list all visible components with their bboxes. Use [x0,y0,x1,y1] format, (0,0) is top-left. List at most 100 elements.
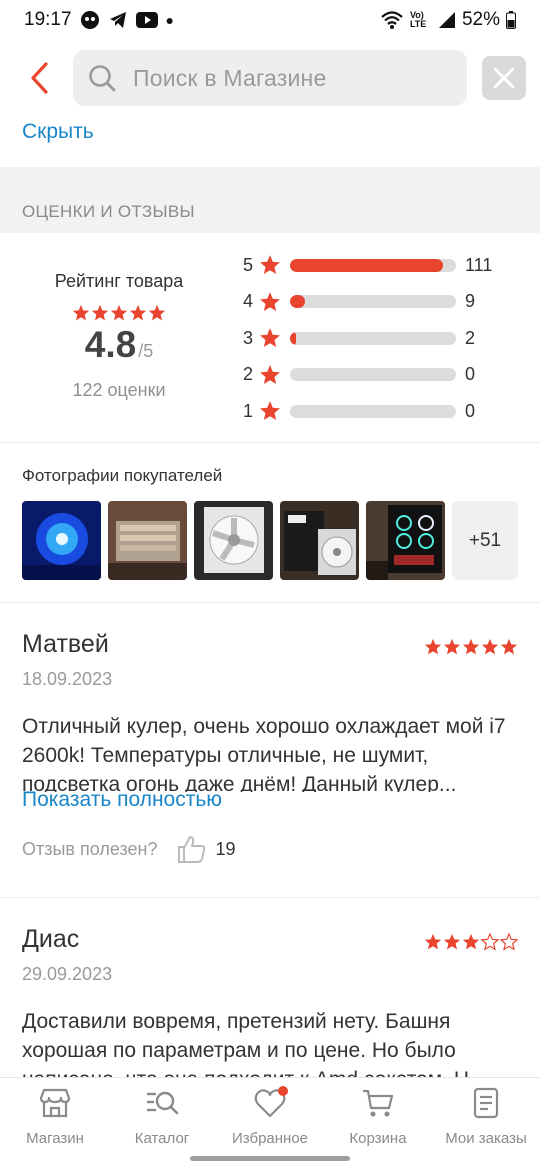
search-icon [89,65,116,92]
nav-catalog[interactable]: Каталог [107,1086,217,1147]
search-placeholder: Поиск в Магазине [133,64,327,91]
review-date: 29.09.2023 [22,964,113,984]
star-icon [129,304,147,321]
nav-favorites[interactable]: Избранное [215,1086,325,1147]
search-header: Поиск в Магазине [0,48,540,108]
rating-distribution-row: 10 [243,399,523,423]
telegram-icon [109,12,126,28]
nav-shop[interactable]: Магазин [0,1086,110,1147]
rating-distribution-row: 20 [243,363,523,387]
divider [0,897,540,898]
distribution-star-level: 1 [243,400,254,421]
star-icon [72,304,90,321]
status-bar: 19:17 ● Vo) LTE 52% [0,0,540,40]
distribution-count: 9 [465,291,476,311]
star-icon [260,255,280,275]
distribution-count: 2 [465,327,476,348]
customer-photo[interactable] [366,501,445,580]
star-filled-icon [462,933,480,950]
star-filled-icon [462,638,480,655]
nav-label: Корзина [349,1130,407,1147]
distribution-bar-fill [290,295,305,308]
customer-photo[interactable] [280,501,359,580]
thumbs-up-icon[interactable] [176,834,208,864]
section-header: ОЦЕНКИ И ОТЗЫВЫ [0,167,540,233]
rating-distribution-row: 49 [243,290,523,314]
star-icon [91,304,109,321]
clear-search-button[interactable] [482,56,526,100]
distribution-star-level: 5 [243,254,254,275]
rating-max: /5 [138,341,154,361]
customer-photo[interactable] [22,501,101,580]
review-stars [424,638,518,656]
nav-orders[interactable]: Мои заказы [431,1086,540,1147]
star-filled-icon [443,638,461,655]
orders-icon [473,1087,499,1119]
customer-photo[interactable] [108,501,187,580]
helpful-label: Отзыв полезен? [22,838,158,859]
signal-icon [438,12,455,28]
nav-label: Мои заказы [445,1130,527,1147]
app-notification-icon [80,11,99,29]
battery-percent: 52% [461,9,500,30]
notification-badge [278,1086,288,1096]
cart-icon [363,1089,394,1117]
close-icon [493,67,515,89]
star-icon [260,291,280,311]
divider [0,602,540,603]
distribution-star-level: 2 [243,364,254,384]
star-filled-icon [424,638,442,655]
more-photos-button[interactable]: +51 [452,501,518,580]
battery-icon [506,11,516,29]
rating-title: Рейтинг товара [54,271,184,291]
customer-photos-title: Фотографии покупателей [22,466,223,485]
distribution-bar [290,331,456,345]
home-indicator[interactable] [190,1156,350,1161]
star-filled-icon [481,638,499,655]
distribution-bar [290,295,456,308]
distribution-bar-fill [290,331,296,345]
rating-value: 4.8 [84,324,137,365]
star-icon [260,401,280,421]
review-stars [424,933,518,951]
search-input[interactable]: Поиск в Магазине [73,50,467,106]
nav-label: Каталог [134,1130,190,1147]
review-text: Отличный кулер, очень хорошо охлаждает м… [22,715,506,792]
rating-distribution-row: 32 [243,326,523,350]
star-icon [148,304,166,321]
notification-dot-icon: ● [165,12,175,28]
nav-cart[interactable]: Корзина [323,1086,433,1147]
rating-count: 122 оценки [72,380,166,400]
rating-summary: Рейтинг товара 4.8 /5 122 оценки 5 111 4 9 3… [0,233,540,443]
catalog-icon [147,1091,179,1115]
distribution-star-level: 3 [243,327,254,348]
customer-photo[interactable] [194,501,273,580]
back-button[interactable] [22,58,58,98]
youtube-icon [135,12,158,28]
star-icon [110,304,128,321]
star-empty-icon [481,933,499,951]
rating-overview: Рейтинг товара 4.8 /5 122 оценки [22,233,216,401]
section-title: ОЦЕНКИ И ОТЗЫВЫ [22,202,195,221]
network-type-label: Vo) LTE [409,10,427,29]
hide-link[interactable]: Скрыть [22,120,94,144]
distribution-bar [290,404,456,418]
star-empty-icon [500,933,518,951]
nav-label: Избранное [231,1130,309,1147]
distribution-count: 0 [465,400,476,421]
star-icon [260,364,280,384]
distribution-bar [290,258,456,272]
review-card: Матвей 18.09.2023 Отличный кулер, очень … [22,630,520,864]
distribution-bar-fill [290,258,443,272]
chevron-left-icon [31,62,48,94]
distribution-count: 111 [465,254,493,275]
distribution-bar [290,368,456,381]
status-time: 19:17 [24,9,72,30]
customer-photos-row: +51 [22,501,518,580]
shop-icon [39,1088,71,1118]
distribution-count: 0 [465,364,476,384]
rating-distribution-row: 5 111 [243,253,523,277]
review-date: 18.09.2023 [22,669,113,689]
helpful-count: 19 [215,838,236,859]
star-filled-icon [424,933,442,950]
